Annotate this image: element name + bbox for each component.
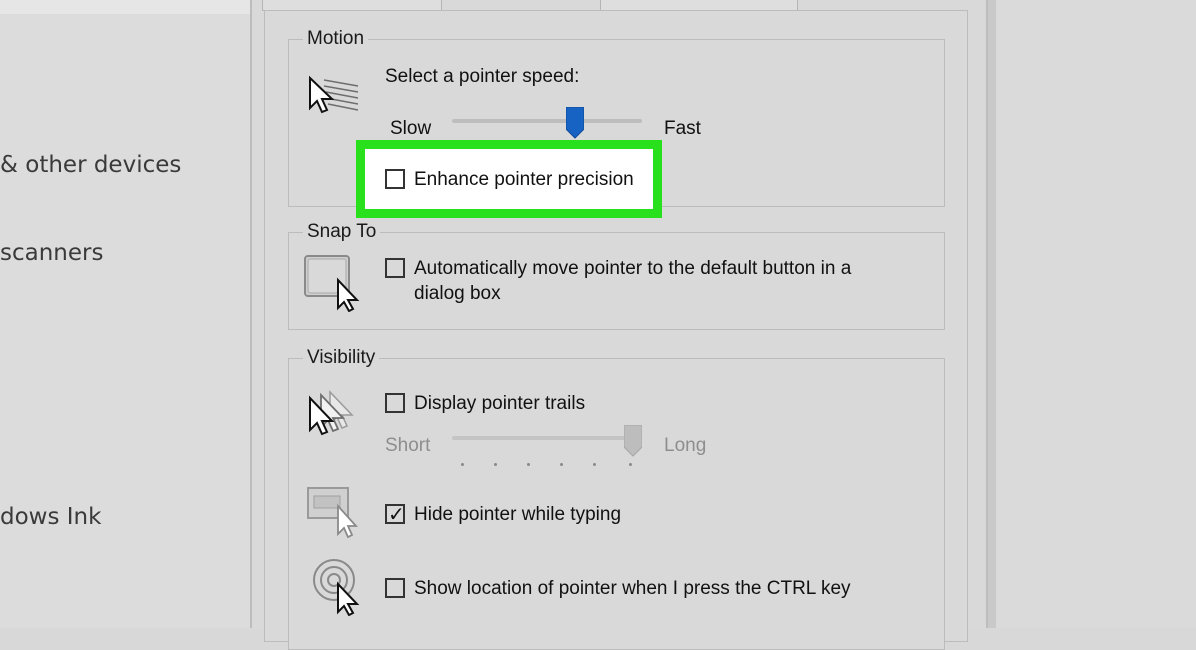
sidebar-item-windows-ink[interactable]: dows Ink <box>0 504 101 530</box>
snap-to-group-title: Snap To <box>303 221 381 243</box>
background-window-right <box>984 0 1196 628</box>
checkmark-icon: ✓ <box>388 502 405 526</box>
hide-pointer-icon <box>307 487 359 539</box>
hide-pointer-label[interactable]: Hide pointer while typing <box>414 504 621 526</box>
snap-to-group: Snap To <box>288 221 945 330</box>
snap-to-icon <box>304 255 360 312</box>
pointer-location-icon <box>313 559 360 616</box>
trail-length-slider[interactable] <box>452 436 642 440</box>
trail-length-slider-thumb[interactable] <box>624 425 642 457</box>
short-label: Short <box>385 435 431 456</box>
pointer-speed-slider-thumb[interactable] <box>565 107 584 139</box>
hide-pointer-checkbox[interactable]: ✓ <box>385 502 405 526</box>
pointer-speed-label: Select a pointer speed: <box>385 66 580 87</box>
settings-sidebar: & other devices scanners dows Ink <box>0 0 250 628</box>
snap-to-checkbox[interactable] <box>385 258 405 278</box>
snap-to-label-line2[interactable]: dialog box <box>414 283 501 305</box>
long-label: Long <box>664 435 707 456</box>
enhance-precision-checkbox[interactable] <box>385 169 405 189</box>
sidebar-item-other-devices[interactable]: & other devices <box>0 152 181 178</box>
enhance-precision-label[interactable]: Enhance pointer precision <box>414 169 634 191</box>
sidebar-topbar <box>0 0 250 14</box>
show-location-checkbox[interactable] <box>385 578 405 598</box>
pointer-trails-label[interactable]: Display pointer trails <box>414 393 585 415</box>
pointer-speed-icon <box>309 75 359 114</box>
pointer-trails-checkbox[interactable] <box>385 393 405 413</box>
snap-to-label-line1[interactable]: Automatically move pointer to the defaul… <box>414 258 851 280</box>
motion-group-title: Motion <box>303 28 369 50</box>
show-location-label[interactable]: Show location of pointer when I press th… <box>414 578 851 600</box>
sidebar-item-scanners[interactable]: scanners <box>0 240 103 266</box>
visibility-group-title: Visibility <box>303 347 380 369</box>
pointer-speed-slider[interactable] <box>452 119 642 123</box>
fast-label: Fast <box>664 118 701 139</box>
slow-label: Slow <box>390 118 432 139</box>
pointer-trails-icon <box>309 390 354 436</box>
